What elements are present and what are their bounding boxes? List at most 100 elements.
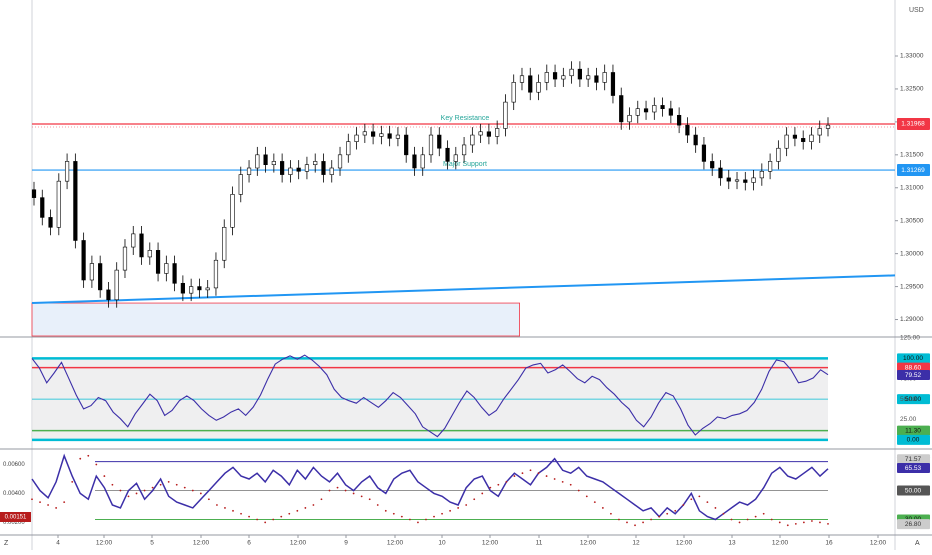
candle-body[interactable] [98,263,103,291]
candle-body[interactable] [56,180,61,228]
candle-body[interactable] [470,134,475,146]
candle-body[interactable] [189,286,194,294]
candle-body[interactable] [246,167,252,175]
candle-body[interactable] [280,161,285,175]
candle-body[interactable] [569,68,574,77]
candle-body[interactable] [428,134,434,156]
candle-body[interactable] [552,72,558,80]
candle-body[interactable] [180,282,185,294]
candle-body[interactable] [147,250,152,258]
candle-body[interactable] [511,82,516,103]
candle-body[interactable] [64,161,70,182]
candle-body[interactable] [122,246,128,271]
candle-body[interactable] [577,68,582,80]
candle-body[interactable] [48,217,53,228]
candle-body[interactable] [230,194,235,228]
candle-body[interactable] [155,250,161,274]
candle-body[interactable] [801,138,806,142]
rsi-pane[interactable] [31,453,829,527]
candle-body[interactable] [809,134,814,142]
chart-svg[interactable]: Key Resistance Major Support 1.29000 1.295… [0,0,932,550]
candle-body[interactable] [635,108,640,116]
candle-body[interactable] [693,134,698,146]
candle-body[interactable] [602,72,607,83]
candle-body[interactable] [164,263,169,274]
candle-body[interactable] [701,144,707,162]
candle-body[interactable] [461,144,467,156]
candle-body[interactable] [296,167,301,172]
candle-body[interactable] [131,233,136,248]
candle-body[interactable] [503,101,508,129]
candle-body[interactable] [313,161,318,166]
candle-body[interactable] [643,108,649,113]
candle-body[interactable] [668,108,673,116]
candle-body[interactable] [114,269,119,301]
candle-body[interactable] [213,259,219,289]
candle-body[interactable] [222,226,227,261]
candle-body[interactable] [817,128,822,136]
candle-body[interactable] [718,167,723,179]
candle-body[interactable] [73,161,78,241]
candle-body[interactable] [362,131,367,136]
candle-body[interactable] [776,147,781,162]
candle-body[interactable] [478,131,483,136]
candle-body[interactable] [486,131,491,137]
candle-body[interactable] [371,131,376,137]
candle-body[interactable] [519,75,525,83]
candle-body[interactable] [759,170,764,179]
candle-body[interactable] [768,161,773,172]
candle-body[interactable] [255,154,260,169]
candle-body[interactable] [420,154,425,169]
candle-body[interactable] [81,240,86,281]
candle-body[interactable] [404,134,409,156]
candle-body[interactable] [619,95,624,123]
candle-body[interactable] [329,167,334,175]
candle-body[interactable] [106,289,111,301]
candle-body[interactable] [677,114,682,126]
rsi-main-line[interactable] [31,453,829,521]
candle-body[interactable] [784,134,789,149]
candle-body[interactable] [139,233,144,258]
candle-body[interactable] [453,154,458,162]
candle-body[interactable] [271,161,276,166]
chart-workspace[interactable]: Key Resistance Major Support 1.29000 1.295… [0,0,932,550]
candle-body[interactable] [536,82,541,93]
candle-body[interactable] [710,161,715,169]
candle-body[interactable] [40,197,45,218]
ascending-trendline[interactable] [31,274,896,305]
candle-body[interactable] [437,134,442,149]
candle-body[interactable] [825,124,831,129]
candle-body[interactable] [751,177,756,183]
candle-body[interactable] [288,167,293,175]
candle-body[interactable] [238,174,243,195]
candle-body[interactable] [594,75,599,83]
candle-body[interactable] [586,75,591,80]
candle-body[interactable] [610,72,616,96]
candle-body[interactable] [354,134,359,142]
candle-body[interactable] [660,105,665,110]
candle-body[interactable] [387,133,392,139]
candle-body[interactable] [652,105,657,113]
candle-body[interactable] [321,161,326,175]
candle-body[interactable] [685,124,690,136]
candle-body[interactable] [172,263,177,284]
candle-body[interactable] [205,287,210,291]
candle-body[interactable] [395,134,401,139]
candle-body[interactable] [627,114,632,123]
candle-body[interactable] [31,189,37,198]
candle-body[interactable] [263,154,268,166]
candle-body[interactable] [528,75,533,93]
candle-body[interactable] [89,263,94,281]
candle-body[interactable] [337,154,343,169]
candle-body[interactable] [726,177,731,182]
candle-body[interactable] [743,179,748,183]
candle-body[interactable] [197,286,202,291]
candle-body[interactable] [379,133,384,137]
candle-body[interactable] [346,141,351,156]
candle-body[interactable] [495,128,500,137]
candle-body[interactable] [561,75,566,80]
candle-body[interactable] [304,164,310,172]
candle-body[interactable] [544,72,549,83]
candle-body[interactable] [412,154,417,169]
candle-body[interactable] [792,134,798,139]
